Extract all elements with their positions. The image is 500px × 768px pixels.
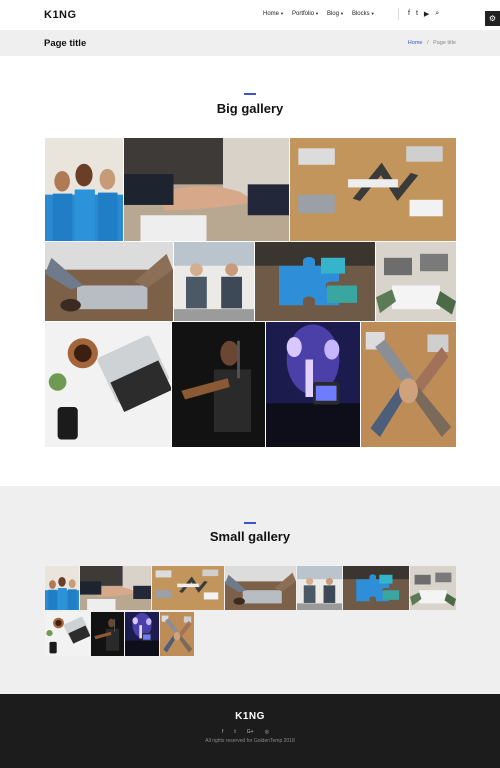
- breadcrumb-home[interactable]: Home: [408, 40, 423, 46]
- gallery-image-team-laptops[interactable]: [410, 566, 456, 610]
- copyright-text: All rights reserved for GoldenTemp 2018: [205, 738, 295, 744]
- youtube-icon[interactable]: ▶: [424, 10, 429, 18]
- chevron-down-icon: ▼: [315, 11, 319, 16]
- gallery-image-puzzle-pieces[interactable]: [255, 242, 375, 321]
- nav-item-blocks[interactable]: Blocks▼: [352, 11, 375, 17]
- gallery-image-puzzle-pieces[interactable]: [343, 566, 409, 610]
- twitter-icon[interactable]: t: [234, 729, 235, 735]
- chevron-down-icon: ▼: [370, 11, 375, 16]
- nav-item-home[interactable]: Home▼: [263, 11, 284, 17]
- gallery-image-laptop-meeting[interactable]: [225, 566, 296, 610]
- facebook-icon[interactable]: f: [222, 729, 223, 735]
- google-plus-icon[interactable]: G+: [247, 729, 254, 735]
- nav-item-portfolio[interactable]: Portfolio▼: [292, 11, 319, 17]
- gallery-image-handshake[interactable]: [80, 566, 151, 610]
- nav-item-blog[interactable]: Blog▼: [327, 11, 344, 17]
- gallery-image-team-laptops[interactable]: [376, 242, 456, 321]
- gallery-image-laptop-meeting[interactable]: [45, 242, 173, 321]
- gallery-image-volunteers[interactable]: [45, 566, 79, 610]
- big-gallery-title: Big gallery: [216, 101, 284, 116]
- page-title: Page title: [44, 38, 87, 49]
- chevron-down-icon: ▼: [280, 11, 284, 16]
- header-social: f t ▶ ⌕: [408, 10, 439, 18]
- gallery-image-hands-stacked[interactable]: [160, 612, 194, 656]
- nav-divider: [398, 8, 399, 20]
- small-gallery-title: Small gallery: [209, 529, 291, 544]
- page-title-bar: Page title Home / Page title: [0, 30, 500, 56]
- breadcrumb: Home / Page title: [408, 40, 456, 46]
- accent-line: [244, 93, 256, 95]
- main-nav: Home▼ Portfolio▼ Blog▼ Blocks▼: [263, 11, 375, 17]
- gallery-image-guitar-singer[interactable]: [172, 322, 265, 447]
- gallery-image-office-people[interactable]: [174, 242, 254, 321]
- twitter-icon[interactable]: t: [416, 10, 418, 18]
- gallery-image-office-people[interactable]: [297, 566, 342, 610]
- gallery-image-team-meeting-desk[interactable]: [290, 138, 456, 241]
- search-icon[interactable]: ⌕: [435, 10, 439, 18]
- gallery-image-hands-stacked[interactable]: [361, 322, 456, 447]
- gallery-image-concert-stage[interactable]: [266, 322, 360, 447]
- site-footer: K1NG f t G+ ◎ All rights reserved for Go…: [0, 694, 500, 768]
- accent-line: [244, 522, 256, 524]
- gallery-image-laptop-phone-desk[interactable]: [45, 322, 171, 447]
- gallery-image-handshake[interactable]: [124, 138, 289, 241]
- site-logo[interactable]: K1NG: [44, 9, 77, 21]
- gallery-image-concert-stage[interactable]: [125, 612, 159, 656]
- gallery-image-team-meeting-desk[interactable]: [152, 566, 224, 610]
- chevron-down-icon: ▼: [339, 11, 344, 16]
- gear-icon[interactable]: ⚙: [485, 11, 500, 26]
- site-header: K1NG Home▼ Portfolio▼ Blog▼ Blocks▼ f t …: [0, 0, 500, 30]
- breadcrumb-separator: /: [427, 40, 429, 46]
- gallery-image-volunteers[interactable]: [45, 138, 123, 241]
- instagram-icon[interactable]: ◎: [265, 729, 269, 735]
- breadcrumb-current: Page title: [433, 40, 456, 46]
- facebook-icon[interactable]: f: [408, 10, 410, 18]
- gallery-image-guitar-singer[interactable]: [91, 612, 124, 656]
- gallery-image-laptop-phone-desk[interactable]: [45, 612, 90, 656]
- footer-logo[interactable]: K1NG: [0, 711, 500, 722]
- footer-social: f t G+ ◎: [222, 729, 269, 735]
